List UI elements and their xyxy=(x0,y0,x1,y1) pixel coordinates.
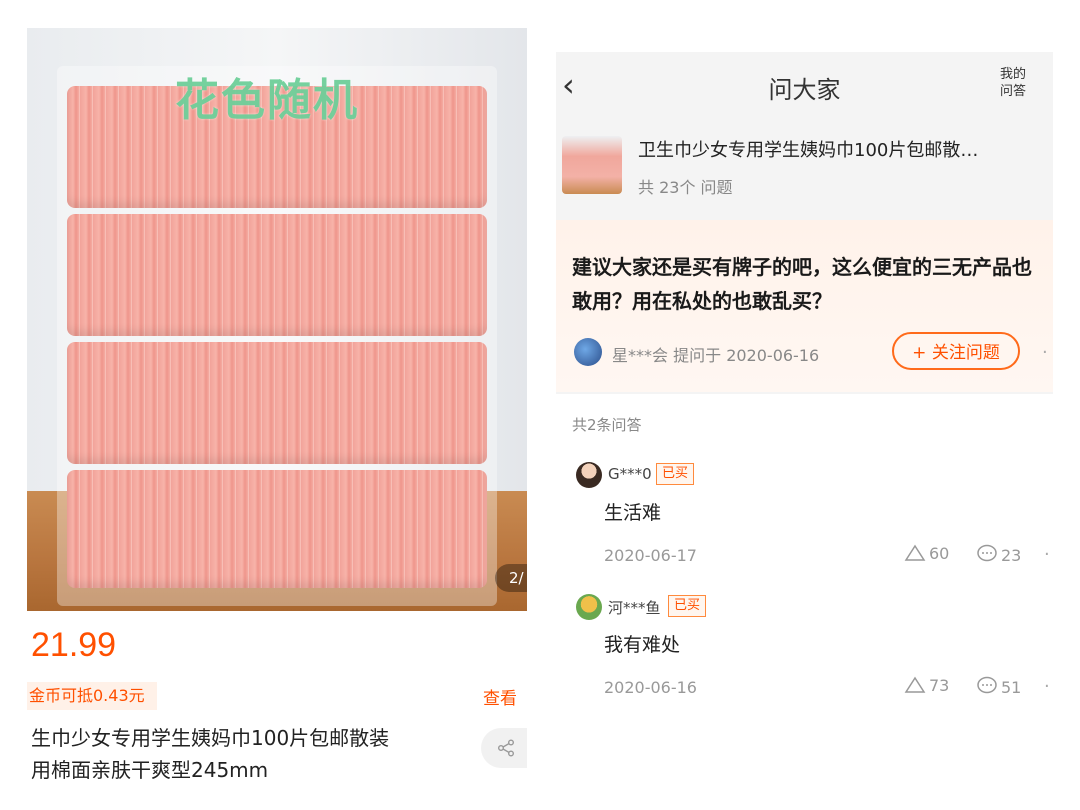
answer-text: 生活难 xyxy=(604,502,662,524)
more-dot: · xyxy=(1042,342,1048,363)
product-summary-title: 卫生巾少女专用学生姨妈巾100片包邮散… xyxy=(638,140,979,161)
share-icon xyxy=(498,739,514,757)
comment-button[interactable]: 51 xyxy=(976,676,1021,697)
comment-count: 51 xyxy=(1001,678,1022,697)
comment-button[interactable]: 23 xyxy=(976,544,1021,565)
product-summary[interactable]: 卫生巾少女专用学生姨妈巾100片包邮散… 共 23个 问题 xyxy=(556,122,1053,202)
comment-icon xyxy=(977,544,997,562)
question-text: 建议大家还是买有牌子的吧，这么便宜的三无产品也敢用？用在私处的也敢乱买？ xyxy=(572,255,1032,313)
asked-date: 提问于 2020-06-16 xyxy=(673,346,820,365)
qa-panel: ‹ 问大家 我的 问答 卫生巾少女专用学生姨妈巾100片包邮散… 共 23个 问… xyxy=(556,52,1053,722)
like-count: 60 xyxy=(929,544,950,563)
product-panel: 花色随机 2/ 21.99 金币可抵0.43元 查看 生巾少女专用学生姨妈巾10… xyxy=(27,28,527,788)
product-title: 生巾少女专用学生姨妈巾100片包邮散装 用棉面亲肤干爽型245mm xyxy=(31,722,471,786)
pad-row xyxy=(67,342,487,464)
coin-discount: 金币可抵0.43元 xyxy=(27,682,157,710)
my-qa-link[interactable]: 我的 问答 xyxy=(1000,66,1026,100)
watermark-text: 花色随机 xyxy=(175,75,359,126)
answers-count: 共2条问答 xyxy=(572,416,642,434)
asker-avatar xyxy=(574,338,602,366)
comment-count: 23 xyxy=(1001,546,1022,565)
product-title-line: 生巾少女专用学生姨妈巾100片包邮散装 xyxy=(31,726,390,750)
product-title-line: 用棉面亲肤干爽型245mm xyxy=(31,758,269,782)
like-button[interactable]: 60 xyxy=(904,544,949,563)
answer-item[interactable]: G***0 已买 生活难 2020-06-17 60 23 · xyxy=(556,462,1053,592)
answer-date: 2020-06-17 xyxy=(604,546,697,565)
bought-badge: 已买 xyxy=(668,595,707,617)
share-button[interactable] xyxy=(481,728,527,768)
comment-icon xyxy=(977,676,997,694)
pad-row xyxy=(67,470,487,588)
my-qa-label: 我的 xyxy=(1000,67,1027,82)
product-thumbnail xyxy=(562,136,622,194)
product-photo[interactable]: 花色随机 2/ xyxy=(27,28,527,611)
more-dot: · xyxy=(1044,544,1050,565)
triangle-icon xyxy=(904,676,926,693)
answer-date: 2020-06-16 xyxy=(604,678,697,697)
answer-text: 我有难处 xyxy=(604,634,681,656)
asker-name: 星***会 xyxy=(612,346,669,365)
answer-user: G***0 xyxy=(608,465,652,483)
follow-question-button[interactable]: + 关注问题 xyxy=(892,332,1020,370)
view-link[interactable]: 查看 xyxy=(483,684,517,709)
nav-bar: ‹ 问大家 我的 问答 xyxy=(556,52,1053,118)
pad-stack xyxy=(67,86,487,596)
answers-list: 共2条问答 G***0 已买 生活难 2020-06-17 60 23 · 河*… xyxy=(556,394,1053,722)
like-count: 73 xyxy=(929,676,950,695)
page-title: 问大家 xyxy=(768,76,841,104)
image-page-indicator: 2/ xyxy=(495,564,527,592)
bought-badge: 已买 xyxy=(656,463,695,485)
triangle-icon xyxy=(904,544,926,561)
avatar xyxy=(576,462,602,488)
question-card: 建议大家还是买有牌子的吧，这么便宜的三无产品也敢用？用在私处的也敢乱买？ 星**… xyxy=(556,220,1053,392)
pad-row xyxy=(67,214,487,336)
avatar xyxy=(576,594,602,620)
my-qa-label: 问答 xyxy=(1000,84,1027,99)
more-dot: · xyxy=(1044,676,1050,697)
answer-item[interactable]: 河***鱼 已买 我有难处 2020-06-16 73 51 · xyxy=(556,594,1053,724)
question-count: 共 23个 问题 xyxy=(638,178,733,197)
like-button[interactable]: 73 xyxy=(904,676,949,695)
price: 21.99 xyxy=(31,626,117,664)
asker-info: 星***会 提问于 2020-06-16 xyxy=(612,342,819,366)
answer-user: 河***鱼 xyxy=(608,599,661,617)
